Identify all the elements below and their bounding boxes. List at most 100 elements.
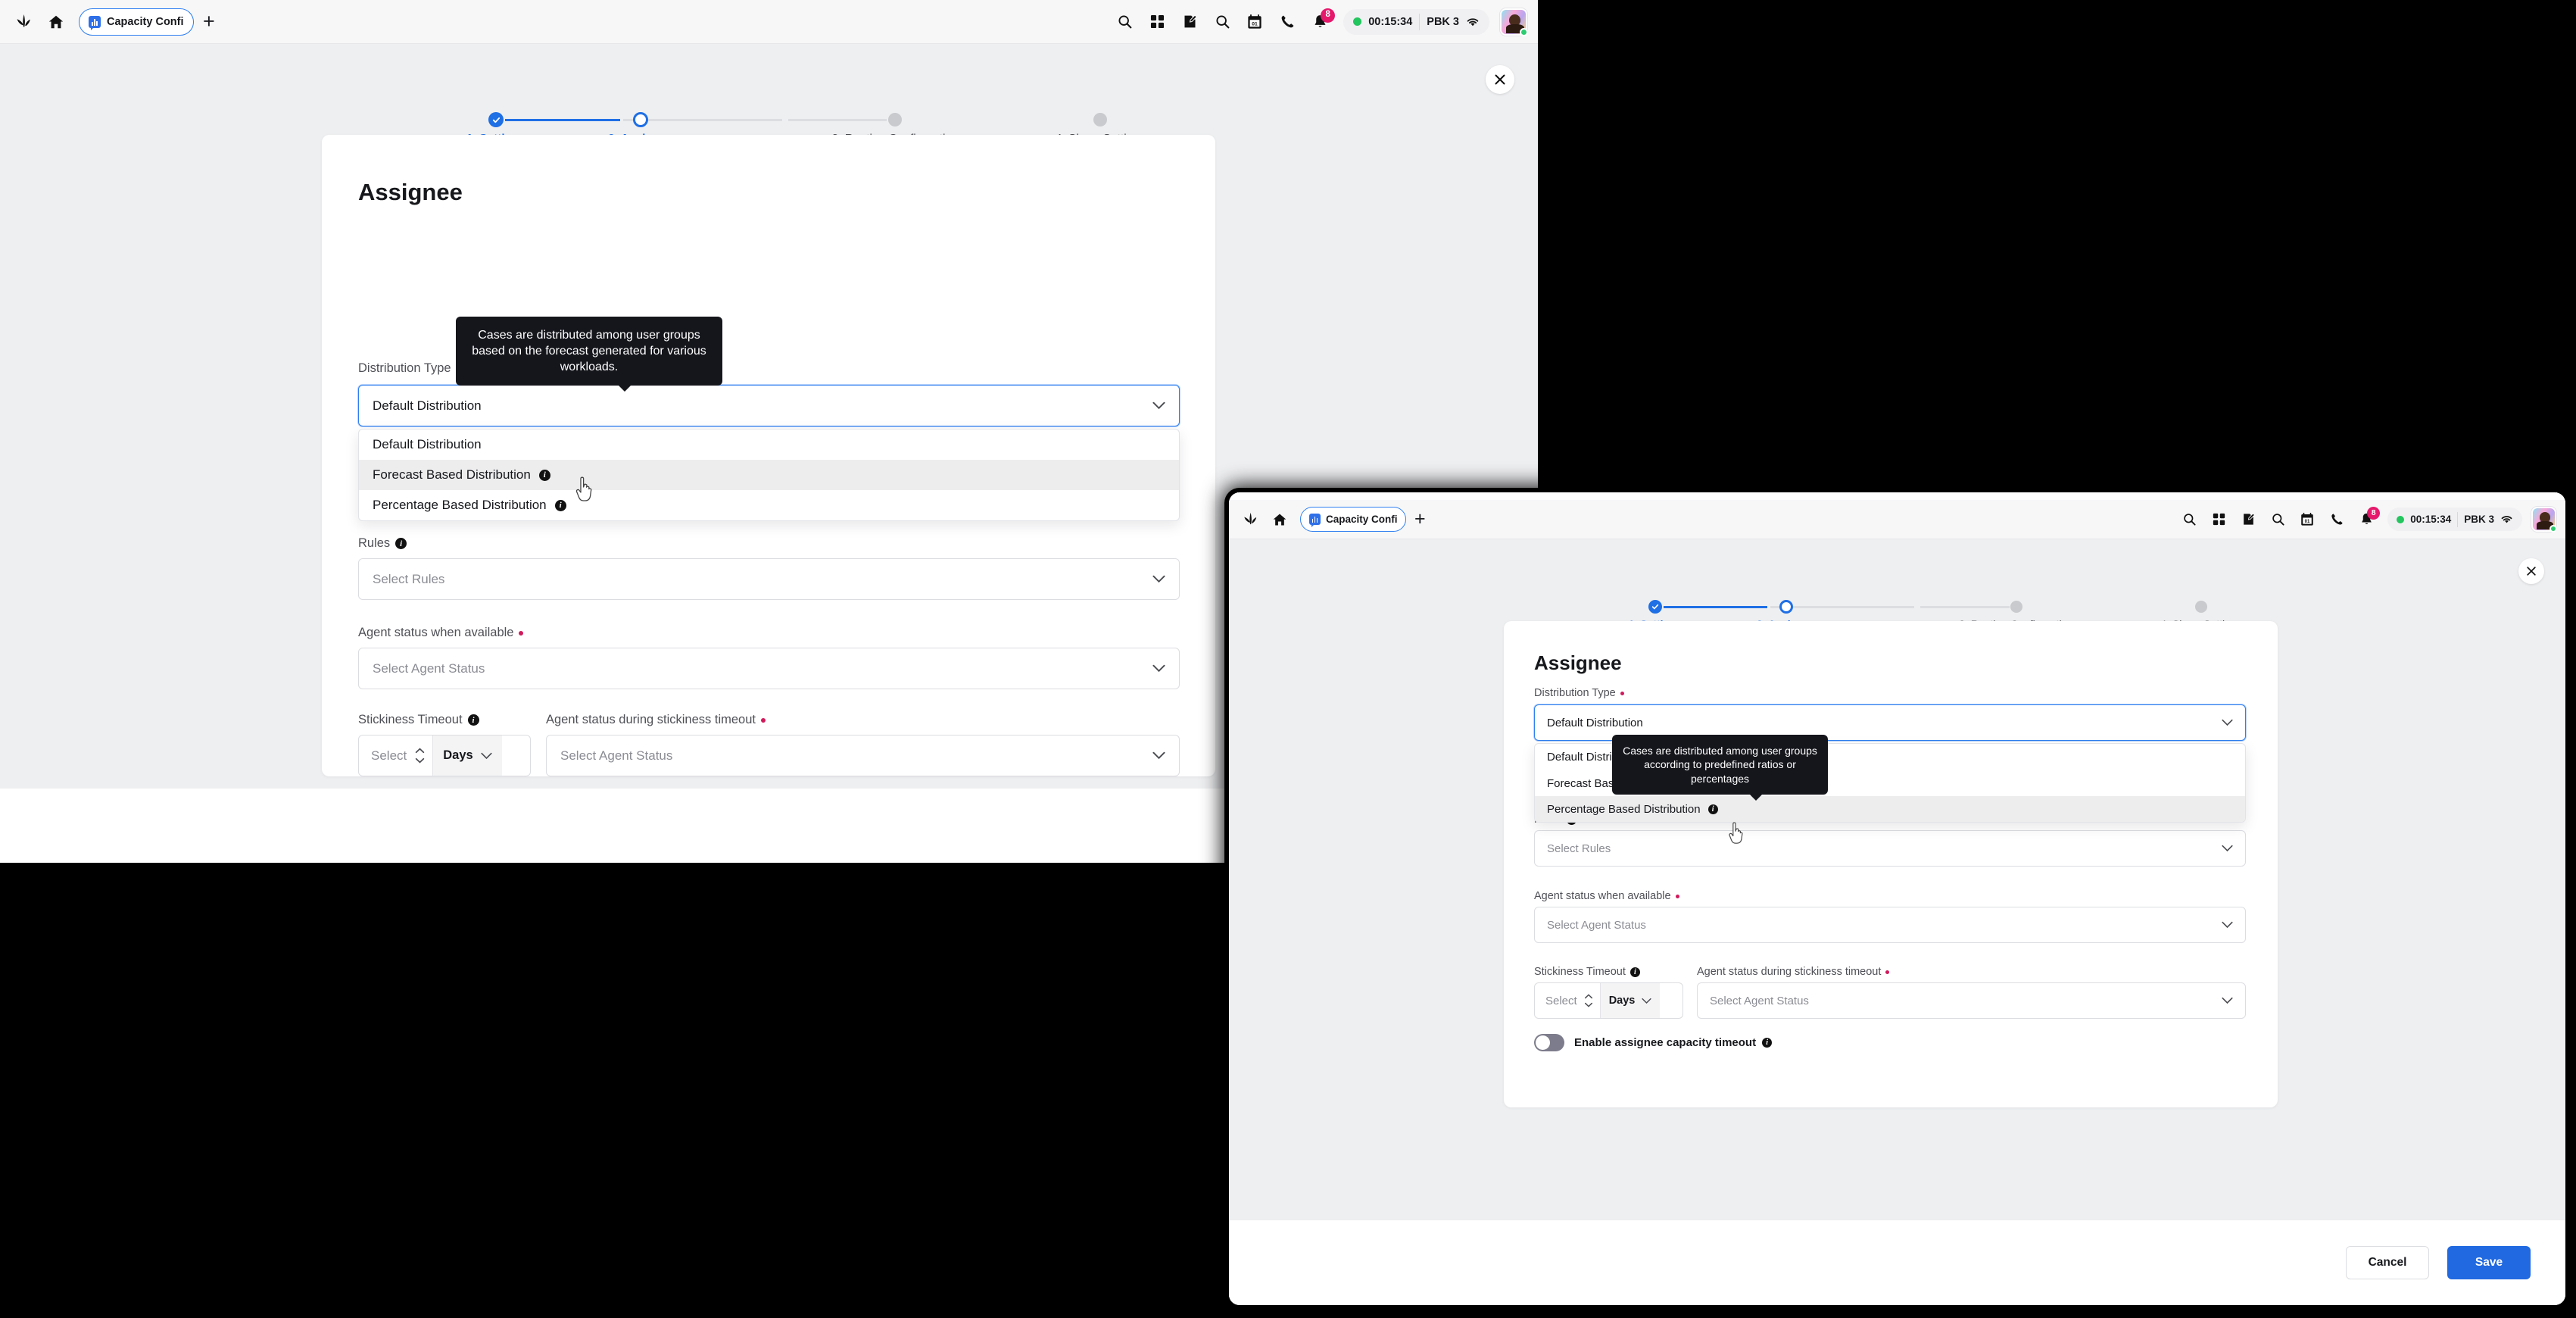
- user-avatar[interactable]: [1500, 8, 1528, 36]
- phone-icon[interactable]: [2328, 511, 2346, 529]
- page-title: Assignee: [358, 179, 463, 205]
- chevron-down-icon: [2222, 921, 2233, 929]
- stickiness-timeout-unit[interactable]: Days: [432, 736, 502, 776]
- bell-icon[interactable]: 8: [2357, 506, 2381, 529]
- agent-status-stickiness-placeholder: Select Agent Status: [1710, 994, 1809, 1007]
- user-avatar[interactable]: [2531, 507, 2557, 533]
- apps-grid-icon[interactable]: [1147, 12, 1167, 32]
- option-label: Forecast Based Distribution: [373, 467, 531, 482]
- online-status-dot: [2397, 515, 2405, 523]
- stickiness-timeout-label-text: Stickiness Timeout: [1534, 966, 1626, 978]
- notification-badge: 8: [1321, 8, 1336, 23]
- compose-icon[interactable]: [2239, 511, 2257, 529]
- stickiness-timeout-stepper[interactable]: Select Days: [358, 735, 531, 776]
- agent-status-available-label: Agent status when available: [1534, 890, 1679, 902]
- dropdown-option-percentage-based-distribution[interactable]: Percentage Based Distribution i: [1535, 796, 2245, 822]
- info-icon[interactable]: i: [395, 538, 407, 549]
- toggle-label-text: Enable assignee capacity timeout: [1574, 1036, 1757, 1049]
- agent-status-available-select[interactable]: Select Agent Status: [1534, 907, 2246, 943]
- stickiness-timeout-label: Stickiness Timeout i: [1534, 966, 1640, 978]
- outer-topbar: Capacity Configurations + 01: [0, 0, 1538, 44]
- distribution-type-dropdown[interactable]: Default Distribution Forecast Based Dist…: [358, 429, 1180, 521]
- calendar-icon[interactable]: 01: [2298, 511, 2316, 529]
- search-icon[interactable]: [2180, 511, 2198, 529]
- brand-logo-icon[interactable]: [1236, 504, 1266, 535]
- info-icon[interactable]: i: [1629, 967, 1640, 977]
- distribution-type-label: Distribution Type: [358, 361, 461, 376]
- dialog-footer: Cancel Save: [1229, 1220, 2565, 1305]
- compose-icon[interactable]: [1180, 12, 1199, 32]
- stepper-line-1-2: [1664, 606, 1767, 608]
- step-2-node: [632, 112, 648, 127]
- svg-text:01: 01: [1252, 22, 1258, 27]
- info-icon[interactable]: i: [1762, 1038, 1773, 1048]
- stepper-arrows-icon[interactable]: [407, 736, 432, 776]
- rules-select[interactable]: Select Rules: [358, 558, 1180, 600]
- bell-icon[interactable]: 8: [1310, 8, 1336, 32]
- info-icon[interactable]: i: [554, 499, 566, 511]
- queue-label: PBK 3: [2464, 514, 2494, 525]
- status-chip[interactable]: 00:15:34 PBK 3: [1343, 8, 1489, 35]
- enable-assignee-capacity-timeout-row[interactable]: Enable assignee capacity timeout i: [1534, 1034, 1773, 1051]
- dropdown-option-default-distribution[interactable]: Default Distribution: [359, 429, 1179, 460]
- calendar-icon[interactable]: 01: [1245, 12, 1265, 32]
- avatar-online-dot: [2549, 525, 2557, 533]
- chevron-down-icon: [2222, 997, 2233, 1004]
- brand-logo-icon[interactable]: [8, 5, 41, 39]
- agent-status-available-placeholder: Select Agent Status: [373, 661, 485, 676]
- status-chip[interactable]: 00:15:34 PBK 3: [2387, 508, 2522, 531]
- toggle-knob: [1536, 1035, 1550, 1050]
- avatar-online-dot: [1520, 27, 1528, 36]
- agent-status-available-placeholder: Select Agent Status: [1547, 918, 1646, 932]
- search-alt-icon[interactable]: [2269, 511, 2287, 529]
- apps-grid-icon[interactable]: [2210, 511, 2228, 529]
- chevron-down-icon: [1152, 575, 1165, 583]
- distribution-type-value: Default Distribution: [1547, 716, 1643, 729]
- stickiness-timeout-stepper[interactable]: Select Days: [1534, 982, 1683, 1019]
- search-alt-icon[interactable]: [1212, 12, 1232, 32]
- home-icon[interactable]: [1266, 504, 1293, 535]
- rules-select[interactable]: Select Rules: [1534, 830, 2246, 867]
- stickiness-timeout-unit[interactable]: Days: [1599, 983, 1661, 1018]
- wifi-icon: [1466, 17, 1480, 27]
- notification-badge: 8: [2367, 506, 2381, 520]
- browser-tab-capacity-configurations[interactable]: Capacity Configurations: [79, 8, 194, 36]
- agent-status-stickiness-select[interactable]: Select Agent Status: [546, 735, 1180, 776]
- toolbar-icon-group: 01 8: [2180, 506, 2381, 529]
- enable-assignee-capacity-timeout-toggle[interactable]: [1534, 1034, 1564, 1051]
- info-icon[interactable]: i: [467, 714, 479, 726]
- agent-status-available-label: Agent status when available: [358, 626, 524, 640]
- home-icon[interactable]: [41, 5, 71, 39]
- new-tab-button[interactable]: +: [1414, 510, 1426, 529]
- option-label: Default Distribution: [373, 437, 482, 451]
- online-status-dot: [1353, 17, 1362, 26]
- step-3-node: [888, 113, 903, 126]
- info-icon[interactable]: i: [1707, 804, 1718, 814]
- dropdown-option-percentage-based-distribution[interactable]: Percentage Based Distribution i: [359, 490, 1179, 520]
- info-icon[interactable]: i: [538, 469, 550, 481]
- agent-status-stickiness-label: Agent status during stickiness timeout: [1697, 966, 1890, 978]
- stickiness-timeout-placeholder: Select: [1545, 994, 1577, 1007]
- percentage-distribution-tooltip: Cases are distributed among user groups …: [1612, 735, 1828, 801]
- dropdown-option-forecast-based-distribution[interactable]: Forecast Based Distribution i: [359, 460, 1179, 490]
- chevron-down-icon: [1152, 751, 1165, 760]
- browser-tab-capacity-configurations[interactable]: Capacity Configurations: [1300, 507, 1406, 532]
- close-icon[interactable]: [1486, 65, 1514, 94]
- agent-status-available-select[interactable]: Select Agent Status: [358, 648, 1180, 689]
- save-button[interactable]: Save: [2447, 1246, 2531, 1279]
- new-tab-button[interactable]: +: [203, 11, 215, 32]
- agent-status-stickiness-select[interactable]: Select Agent Status: [1697, 982, 2246, 1019]
- distribution-type-select[interactable]: Default Distribution: [358, 385, 1180, 426]
- phone-icon[interactable]: [1277, 12, 1297, 32]
- wifi-icon: [2500, 514, 2513, 524]
- cancel-button[interactable]: Cancel: [2346, 1246, 2429, 1279]
- tab-favicon-icon: [89, 15, 101, 30]
- agent-status-stickiness-label: Agent status during stickiness timeout: [546, 713, 766, 727]
- close-icon[interactable]: [2518, 558, 2544, 584]
- required-dot: [519, 630, 524, 636]
- stepper-arrows-icon[interactable]: [1577, 983, 1600, 1018]
- search-icon[interactable]: [1115, 12, 1134, 32]
- tab-label: Capacity Configurations: [1326, 514, 1397, 525]
- chip-divider: [2457, 511, 2459, 527]
- forecast-distribution-tooltip: Cases are distributed among user groups …: [456, 317, 722, 392]
